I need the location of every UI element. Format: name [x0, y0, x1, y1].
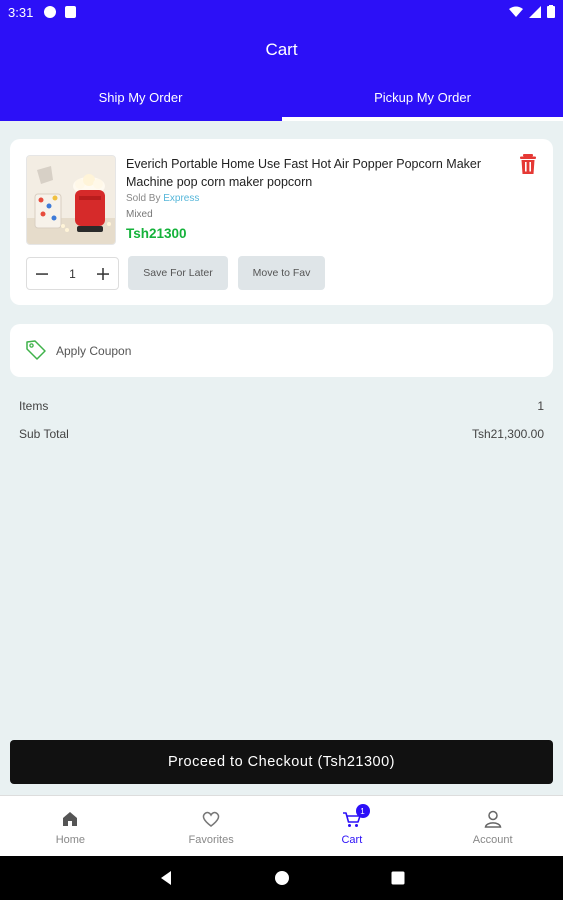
nav-cart-label: Cart — [341, 834, 363, 846]
decrease-quantity-button[interactable] — [33, 265, 51, 283]
tab-pickup-my-order[interactable]: Pickup My Order — [282, 90, 563, 105]
nav-item-cart[interactable]: 1 Cart — [282, 796, 423, 856]
delete-icon[interactable] — [518, 153, 538, 175]
cart-item-card: Everich Portable Home Use Fast Hot Air P… — [10, 139, 553, 305]
subtotal-value: Tsh21,300.00 — [471, 427, 544, 441]
product-name[interactable]: Everich Portable Home Use Fast Hot Air P… — [126, 155, 516, 191]
back-icon[interactable] — [158, 870, 174, 886]
wifi-icon — [509, 6, 523, 17]
nav-item-account[interactable]: Account — [422, 796, 563, 856]
save-for-later-button[interactable]: Save For Later — [128, 256, 228, 290]
plus-icon — [97, 267, 109, 280]
move-to-fav-button[interactable]: Move to Fav — [238, 256, 325, 290]
apply-coupon-row[interactable]: Apply Coupon — [10, 324, 553, 377]
popcorn-maker-image — [27, 156, 115, 244]
coupon-tag-icon — [24, 338, 48, 362]
quantity-value: 1 — [69, 266, 76, 281]
nav-favorites-label: Favorites — [188, 834, 234, 846]
apply-coupon-label: Apply Coupon — [56, 344, 132, 358]
sold-by-row: Sold By Express — [126, 193, 199, 204]
home-icon — [63, 812, 78, 826]
nav-home-label: Home — [55, 834, 86, 846]
battery-icon — [547, 5, 555, 18]
system-navigation-bar — [0, 856, 563, 900]
account-icon — [484, 810, 502, 828]
signal-icon — [529, 5, 541, 18]
seller-link[interactable]: Express — [163, 193, 199, 204]
nav-item-home[interactable]: Home — [0, 796, 141, 856]
app-header: 3:31 Cart Ship My Order Pickup My Order — [0, 0, 563, 121]
proceed-to-checkout-button[interactable]: Proceed to Checkout (Tsh21300) — [10, 740, 553, 784]
sold-by-label: Sold By — [126, 193, 161, 204]
increase-quantity-button[interactable] — [94, 265, 112, 283]
status-indicators — [509, 5, 555, 18]
notification-icon — [65, 6, 76, 18]
nav-account-label: Account — [472, 834, 513, 846]
recents-icon[interactable] — [390, 870, 406, 886]
product-price: Tsh21300 — [126, 226, 187, 241]
cart-badge: 1 — [355, 804, 370, 818]
product-variant: Mixed — [126, 209, 153, 220]
status-bar: 3:31 — [0, 0, 563, 26]
items-value: 1 — [537, 399, 544, 413]
nav-item-favorites[interactable]: Favorites — [141, 796, 282, 856]
tab-indicator — [282, 117, 563, 121]
tab-ship-my-order[interactable]: Ship My Order — [0, 90, 281, 105]
page-title: Cart — [265, 40, 298, 59]
minus-icon — [36, 272, 48, 275]
status-time: 3:31 — [8, 5, 34, 20]
summary-items-row: Items 1 — [19, 399, 544, 413]
quantity-stepper: 1 — [26, 257, 119, 290]
subtotal-label: Sub Total — [19, 427, 69, 441]
heart-icon — [202, 811, 220, 827]
home-circle-icon[interactable] — [274, 870, 290, 886]
summary-subtotal-row: Sub Total Tsh21,300.00 — [19, 427, 544, 441]
items-label: Items — [19, 399, 49, 413]
notification-icon — [44, 6, 56, 18]
bottom-nav: Home Favorites 1 Cart Account — [0, 795, 563, 856]
product-image[interactable] — [26, 155, 116, 245]
